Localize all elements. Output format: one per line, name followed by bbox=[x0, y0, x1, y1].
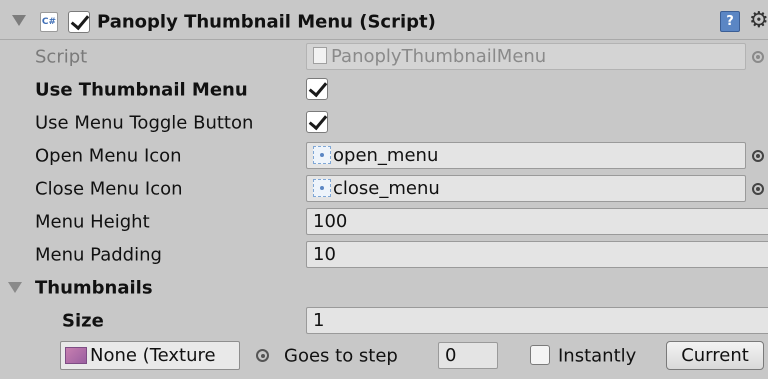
component-title: Panoply Thumbnail Menu (Script) bbox=[97, 11, 436, 32]
thumbnail-item-row: None (Texture Goes to step 0 Instantly C… bbox=[0, 338, 768, 374]
use-thumbnail-menu-row: Use Thumbnail Menu bbox=[0, 73, 768, 106]
close-menu-icon-value: close_menu bbox=[333, 178, 440, 199]
use-menu-toggle-button-row: Use Menu Toggle Button bbox=[0, 106, 768, 139]
goes-to-step-label: Goes to step bbox=[284, 345, 398, 367]
menu-height-row: Menu Height 100 bbox=[0, 205, 768, 238]
current-button[interactable]: Current bbox=[666, 341, 764, 370]
object-picker-icon[interactable] bbox=[752, 149, 764, 162]
use-menu-toggle-button-label: Use Menu Toggle Button bbox=[35, 112, 254, 133]
script-file-icon bbox=[313, 47, 327, 64]
sprite-icon bbox=[313, 146, 331, 164]
size-input[interactable]: 1 bbox=[306, 307, 768, 334]
help-icon[interactable]: ? bbox=[720, 11, 740, 32]
menu-padding-input[interactable]: 10 bbox=[306, 241, 768, 268]
open-menu-icon-label: Open Menu Icon bbox=[35, 145, 182, 166]
script-field: PanoplyThumbnailMenu bbox=[306, 43, 746, 70]
texture-value: None (Texture bbox=[90, 345, 216, 366]
thumbnails-foldout[interactable]: Thumbnails bbox=[0, 271, 768, 304]
thumbnails-foldout-arrow-icon[interactable] bbox=[8, 282, 22, 293]
cs-script-icon: C# bbox=[40, 12, 58, 32]
use-thumbnail-menu-label: Use Thumbnail Menu bbox=[35, 79, 248, 100]
gear-icon[interactable]: ⚙ bbox=[749, 8, 768, 33]
script-label: Script bbox=[35, 46, 88, 67]
use-menu-toggle-button-checkbox[interactable] bbox=[306, 111, 328, 133]
step-input[interactable]: 0 bbox=[438, 342, 498, 369]
instantly-label: Instantly bbox=[558, 345, 637, 367]
open-menu-icon-field[interactable]: open_menu bbox=[306, 142, 746, 169]
menu-height-label: Menu Height bbox=[35, 211, 150, 232]
texture-picker-icon[interactable] bbox=[256, 349, 269, 362]
menu-height-input[interactable]: 100 bbox=[306, 208, 768, 235]
texture-field[interactable]: None (Texture bbox=[60, 341, 240, 370]
script-value: PanoplyThumbnailMenu bbox=[331, 46, 547, 67]
use-thumbnail-menu-checkbox[interactable] bbox=[306, 78, 328, 100]
foldout-arrow-icon[interactable] bbox=[12, 15, 26, 26]
object-picker-icon bbox=[752, 50, 764, 63]
component-header: C# Panoply Thumbnail Menu (Script) ? ⚙ bbox=[0, 4, 768, 40]
size-label: Size bbox=[62, 310, 104, 331]
open-menu-icon-row: Open Menu Icon open_menu bbox=[0, 139, 768, 172]
thumbnails-label: Thumbnails bbox=[35, 277, 153, 298]
close-menu-icon-field[interactable]: close_menu bbox=[306, 175, 746, 202]
object-picker-icon[interactable] bbox=[752, 182, 764, 195]
open-menu-icon-value: open_menu bbox=[333, 145, 439, 166]
close-menu-icon-label: Close Menu Icon bbox=[35, 178, 183, 199]
close-menu-icon-row: Close Menu Icon close_menu bbox=[0, 172, 768, 205]
thumbnails-size-row: Size 1 bbox=[0, 304, 768, 337]
sprite-icon bbox=[313, 179, 331, 197]
menu-padding-label: Menu Padding bbox=[35, 244, 162, 265]
script-row: Script PanoplyThumbnailMenu bbox=[0, 40, 768, 73]
texture-icon bbox=[65, 347, 87, 364]
menu-padding-row: Menu Padding 10 bbox=[0, 238, 768, 271]
component-enabled-checkbox[interactable] bbox=[68, 11, 90, 33]
instantly-checkbox[interactable] bbox=[530, 345, 550, 365]
